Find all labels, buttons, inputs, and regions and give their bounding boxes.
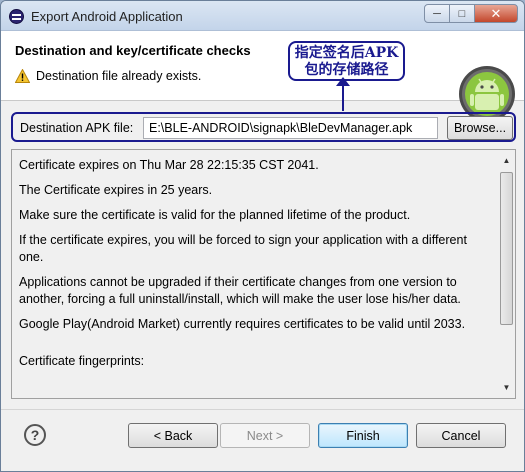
destination-label: Destination APK file: (20, 121, 134, 135)
title-bar[interactable]: Export Android Application ─ □ ✕ (1, 1, 524, 31)
scroll-up-arrow[interactable]: ▲ (498, 152, 515, 169)
info-line: Applications cannot be upgraded if their… (19, 275, 461, 306)
maximize-button[interactable]: □ (449, 4, 475, 23)
wizard-header: Destination and key/certificate checks D… (1, 31, 524, 122)
window-controls: ─ □ ✕ (424, 4, 518, 23)
help-icon[interactable]: ? (24, 424, 46, 446)
annotation-line-1: 指定签名后APK (294, 45, 399, 61)
minimize-button[interactable]: ─ (424, 4, 450, 23)
export-dialog: Export Android Application ─ □ ✕ Destina… (0, 0, 525, 472)
annotation-callout: 指定签名后APK 包的存储路径 (288, 41, 405, 81)
vertical-scrollbar[interactable]: ▲ ▼ (498, 150, 515, 398)
finish-button[interactable]: Finish (318, 423, 408, 448)
close-button[interactable]: ✕ (474, 4, 518, 23)
info-line: Certificate expires on Thu Mar 28 22:15:… (19, 158, 319, 172)
destination-path-input[interactable] (143, 117, 438, 139)
next-button[interactable]: Next > (220, 423, 310, 448)
eclipse-app-icon (9, 9, 24, 24)
window-title: Export Android Application (31, 9, 183, 24)
warning-message: Destination file already exists. (36, 69, 202, 83)
info-line: If the certificate expires, you will be … (19, 233, 467, 264)
browse-button[interactable]: Browse... (447, 116, 513, 140)
cancel-button[interactable]: Cancel (416, 423, 506, 448)
page-title: Destination and key/certificate checks (15, 43, 251, 58)
annotation-arrow-head (336, 77, 350, 86)
info-line: Make sure the certificate is valid for t… (19, 208, 411, 222)
destination-row: Destination APK file: Browse... (11, 112, 516, 142)
certificate-info-panel: Certificate expires on Thu Mar 28 22:15:… (11, 149, 516, 399)
info-line: Google Play(Android Market) currently re… (19, 317, 466, 331)
info-line: Certificate fingerprints: (19, 354, 145, 368)
warning-icon (15, 69, 30, 83)
scroll-thumb[interactable] (500, 172, 513, 325)
scroll-down-arrow[interactable]: ▼ (498, 379, 515, 396)
back-button[interactable]: < Back (128, 423, 218, 448)
certificate-info-text: Certificate expires on Thu Mar 28 22:15:… (19, 157, 494, 378)
footer-divider (1, 409, 524, 410)
info-line: The Certificate expires in 25 years. (19, 183, 213, 197)
